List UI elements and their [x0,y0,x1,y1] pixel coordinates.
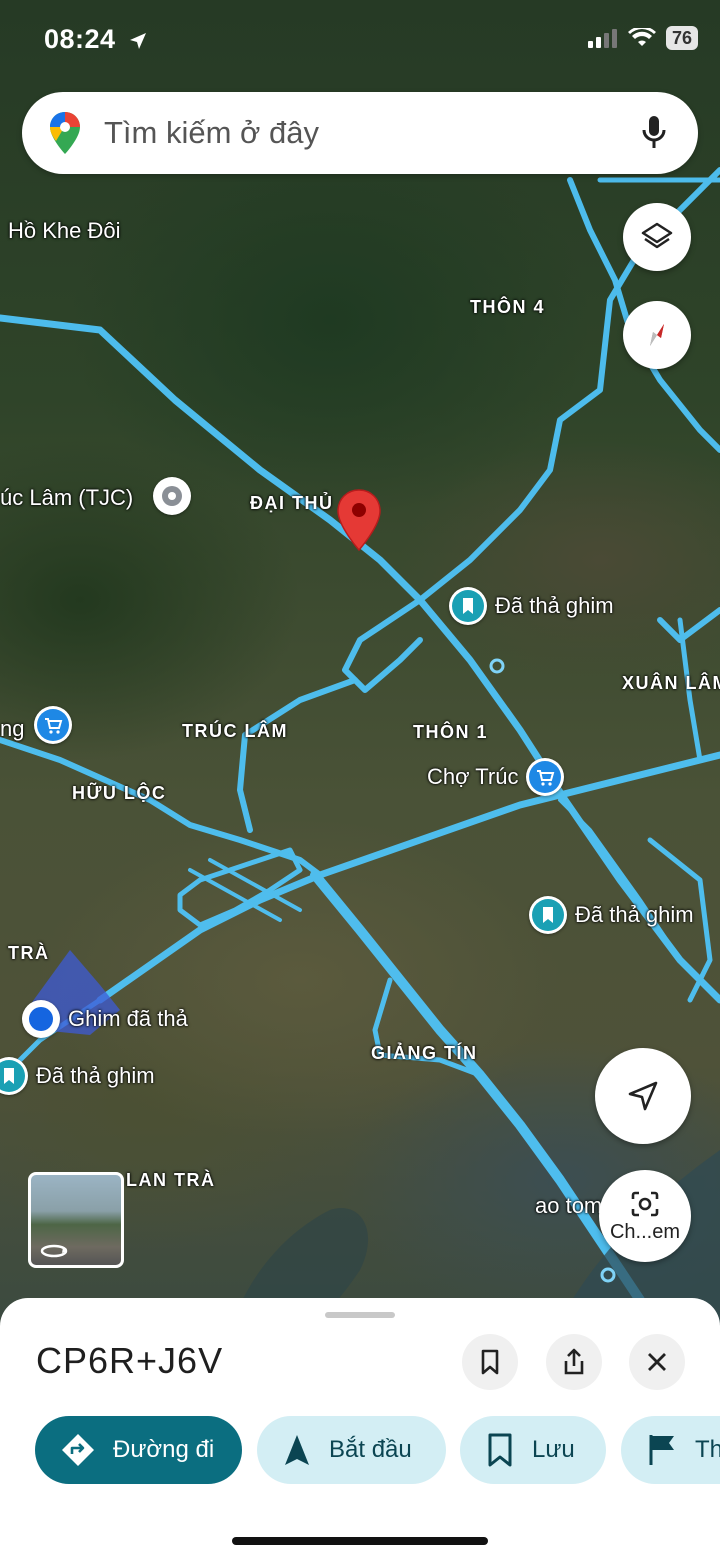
status-icons: 76 [587,26,698,50]
map-label-huu-loc: HỮU LỘC [72,783,167,803]
saved-pin-1-label: Đã thả ghim [495,593,614,618]
navigation-arrow-icon [628,1081,658,1111]
sheet-drag-handle[interactable] [325,1312,395,1318]
layers-button[interactable] [623,203,691,271]
saved-pin-3-label: Đã thả ghim [36,1063,155,1088]
street-view-thumbnail[interactable] [28,1172,124,1268]
satellite-map[interactable]: 08:24 76 Tìm kiếm ở đây Hồ Khe Đôi THÔN … [0,0,720,1330]
google-maps-logo-icon [50,112,80,154]
map-label-giang-tin: GIẢNG TÍN [371,1043,478,1063]
flag-icon [649,1435,674,1465]
map-label-lan-tra: LAN TRÀ [126,1170,216,1190]
more-chip-label: Th [695,1436,720,1463]
place-marker-truc-lam[interactable] [153,477,191,515]
search-bar[interactable]: Tìm kiếm ở đây [22,92,698,174]
more-chip[interactable]: Th [621,1416,720,1484]
wifi-icon [627,28,656,46]
transit-dot-icon [600,1267,616,1283]
search-area-label: Ch...em [609,1220,681,1243]
saved-pin-1[interactable]: Đã thả ghim [449,587,614,625]
location-arrow-icon [129,32,146,49]
close-icon [648,1353,666,1371]
directions-icon [62,1434,94,1466]
map-label-thon-1: THÔN 1 [413,722,489,742]
search-area-button[interactable]: Ch...em [599,1170,691,1262]
share-icon [564,1348,584,1375]
compass-icon [650,324,664,346]
compass-button[interactable] [623,301,691,369]
map-label-xuan-lam: XUÂN LÂM [622,673,720,693]
map-label-left-edge: ng [0,716,25,741]
plus-code-title: CP6R+J6V [36,1340,224,1381]
map-label-ao-tom: ao tom [535,1193,603,1218]
saved-pin-2[interactable]: Đã thả ghim [529,896,694,934]
my-location-button[interactable] [595,1048,691,1144]
camera-lens-icon [631,1191,659,1216]
microphone-icon[interactable] [640,114,668,152]
cho-truc-label: Chợ Trúc [427,764,519,789]
bookmark-pin-icon [0,1057,28,1095]
save-chip[interactable]: Lưu [460,1416,606,1484]
home-indicator[interactable] [232,1537,488,1545]
map-label-thon-4: THÔN 4 [470,297,546,317]
status-time: 08:24 [44,24,148,55]
user-location-pin[interactable]: Ghim đã thả [22,1000,188,1038]
ghim-da-tha-label: Ghim đã thả [68,1006,188,1031]
save-chip-label: Lưu [532,1436,575,1463]
place-bottom-sheet[interactable]: CP6R+J6V Đường đi Bắt đầu Lưu Th [0,1298,720,1559]
directions-chip-label: Đường đi [113,1436,215,1463]
map-label-tra: TRÀ [8,943,50,963]
market-marker-left[interactable] [34,706,72,744]
battery-indicator: 76 [665,26,698,50]
save-icon-button[interactable] [462,1334,518,1390]
map-label-ho-khe-doi: Hồ Khe Đôi [8,218,121,243]
shopping-cart-icon [526,758,565,796]
dropped-pin-icon[interactable] [335,488,383,552]
transit-dot-icon [489,658,505,674]
market-marker-cho-truc[interactable]: Chợ Trúc [427,758,565,796]
map-label-truc-lam: TRÚC LÂM [182,721,288,741]
map-label-dai-thu: ĐẠI THỦ [250,493,334,513]
layers-icon [641,222,673,249]
bookmark-icon [481,1349,499,1375]
directions-chip[interactable]: Đường đi [35,1416,242,1484]
clock-text: 08:24 [44,24,116,54]
shopping-cart-icon [34,706,72,744]
search-placeholder[interactable]: Tìm kiếm ở đây [104,115,640,151]
bookmark-icon [488,1433,512,1467]
signal-icon [587,29,617,48]
action-chips: Đường đi Bắt đầu Lưu Th [35,1416,720,1486]
status-bar: 08:24 76 [0,0,720,80]
close-button[interactable] [629,1334,685,1390]
user-location-dot-icon [22,1000,60,1038]
street-view-rotate-icon [40,1244,68,1258]
start-chip-label: Bắt đầu [329,1436,412,1463]
place-dot-icon [153,477,191,515]
saved-pin-3[interactable]: Đã thả ghim [0,1057,155,1095]
map-label-truc-lam-tjc: úc Lâm (TJC) [0,485,134,510]
navigation-arrow-icon [285,1435,309,1465]
saved-pin-2-label: Đã thả ghim [575,902,694,927]
bookmark-pin-icon [529,896,567,934]
share-button[interactable] [546,1334,602,1390]
start-chip[interactable]: Bắt đầu [257,1416,446,1484]
bookmark-pin-icon [449,587,487,625]
